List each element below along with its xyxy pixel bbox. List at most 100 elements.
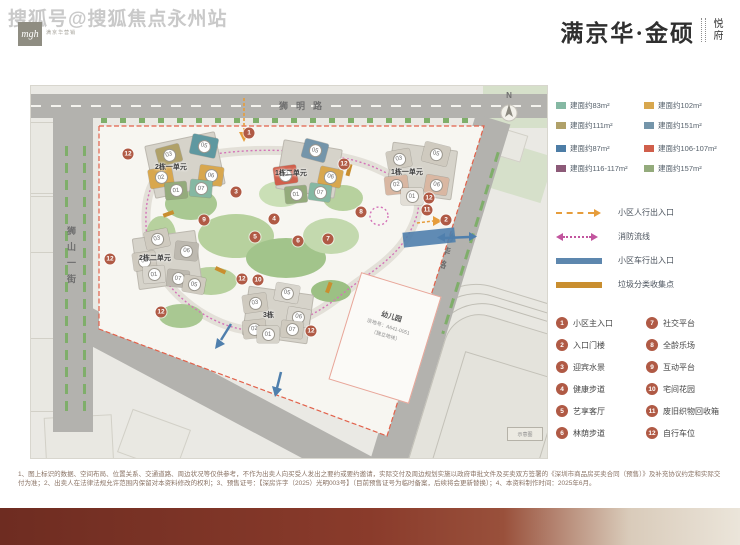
unit-number: 05 [428, 146, 444, 162]
unit-number: 07 [194, 181, 208, 195]
point-label: 自行车位 [663, 428, 695, 439]
map-marker: 12 [156, 307, 167, 318]
point-number: 12 [646, 427, 658, 439]
point-number: 4 [556, 383, 568, 395]
soccer-pitch [431, 351, 548, 459]
unit-number: 01 [147, 268, 161, 282]
area-swatch [644, 102, 654, 109]
cluster-label: 1栋一单元 [391, 167, 423, 177]
area-swatch [556, 165, 566, 172]
point-number: 11 [646, 405, 658, 417]
pedestrian-entrance-icon [556, 209, 608, 217]
legend-point-item: 12 自行车位 [646, 427, 719, 439]
building-unit: 07 [308, 183, 332, 203]
point-label: 全龄乐场 [663, 340, 695, 351]
brand-title: 满京华·金硕 [560, 14, 695, 48]
map-corner-note: 示意图 [507, 427, 543, 441]
legend-point-item: 1 小区主入口 [556, 317, 646, 329]
building-unit: 01 [284, 185, 307, 204]
point-number: 6 [556, 427, 568, 439]
map-marker: 12 [123, 149, 134, 160]
brand-lockup: 满京华·金硕 悦府 [560, 14, 724, 48]
cluster-label: 1栋二单元 [275, 168, 307, 178]
context-building [117, 409, 191, 459]
building-unit: 06 [174, 241, 199, 261]
area-swatch [556, 145, 566, 152]
unit-number: 05 [186, 277, 201, 292]
unit-number: 07 [285, 322, 299, 336]
map-marker: 11 [422, 205, 433, 216]
brand-dotline [701, 18, 702, 42]
legend-area-item: 建面约151m² [644, 120, 734, 131]
point-label: 废旧织物回收箱 [663, 406, 719, 417]
unit-number: 05 [196, 138, 211, 153]
building-unit: 07 [280, 320, 304, 339]
point-label: 入口门楼 [573, 340, 605, 351]
unit-number: 01 [169, 183, 183, 197]
legend-point-item: 4 健康步道 [556, 383, 646, 395]
point-label: 小区主入口 [573, 318, 613, 329]
flow-label: 消防流线 [618, 231, 650, 242]
building-unit: 05 [182, 274, 207, 295]
unit-number: 03 [248, 296, 263, 311]
north-label: N [497, 91, 521, 100]
map-marker: 5 [250, 232, 261, 243]
unit-number: 05 [307, 143, 323, 159]
cluster-label: 2栋二单元 [139, 253, 171, 263]
unit-number: 03 [391, 151, 406, 166]
area-label: 建面约102m² [658, 100, 702, 111]
map-marker: 12 [339, 159, 350, 170]
area-swatch [556, 102, 566, 109]
area-label: 建面约157m² [658, 163, 702, 174]
legend-area-item: 建面约102m² [644, 100, 734, 111]
road-label-bottom: 安民路 [207, 341, 258, 376]
compass-icon [498, 100, 520, 124]
point-number: 7 [646, 317, 658, 329]
flow-label: 小区人行出入口 [618, 207, 674, 218]
map-marker: 1 [244, 128, 255, 139]
area-swatch [644, 122, 654, 129]
vehicle-entrance-icon [556, 258, 608, 264]
mgh-logo: mgh [18, 22, 42, 46]
unit-number: 06 [429, 177, 444, 192]
map-marker: 10 [253, 275, 264, 286]
legend-area-item: 建面约106-107m² [644, 143, 734, 154]
map-marker: 12 [306, 326, 317, 337]
legend-area-item: 建面约157m² [644, 163, 734, 174]
fire-line-icon [556, 233, 608, 241]
road-median [83, 146, 86, 414]
point-label: 迎宾水景 [573, 362, 605, 373]
point-label: 社交平台 [663, 318, 695, 329]
point-number: 8 [646, 339, 658, 351]
point-number: 1 [556, 317, 568, 329]
unit-number: 05 [279, 285, 294, 300]
point-number: 2 [556, 339, 568, 351]
legend-flow-item: 小区车行出入口 [556, 255, 736, 266]
area-swatch [556, 122, 566, 129]
north-compass: N [497, 91, 521, 129]
legend-points: 1小区主入口 7社交平台 2入口门楼 8全龄乐场 3迎宾水景 9互动平台 4健康… [556, 317, 719, 439]
area-label: 建面约87m² [570, 143, 610, 154]
point-number: 10 [646, 383, 658, 395]
legend-point-item: 10 宅间花园 [646, 383, 719, 395]
legend-point-item: 3迎宾水景 [556, 361, 646, 373]
road-label-left: 狮山一街 [65, 226, 78, 290]
site-plan-map: 狮明路 狮山一街 竹华路 安民路 [30, 85, 548, 459]
legend-point-item: 11 废旧织物回收箱 [646, 405, 719, 417]
point-label: 互动平台 [663, 362, 695, 373]
map-marker: 7 [323, 234, 334, 245]
unit-number: 01 [262, 328, 275, 341]
unit-number: 06 [323, 169, 338, 184]
unit-number: 07 [313, 185, 328, 200]
building-unit: 01 [142, 265, 165, 283]
point-label: 宅间花园 [663, 384, 695, 395]
legend-point-item: 2 入口门楼 [556, 339, 646, 351]
map-marker: 12 [237, 274, 248, 285]
brand-suffix-text: 悦府 [709, 18, 724, 42]
legend-area-item: 建面约83m² [556, 100, 644, 111]
brand-dotline [705, 18, 706, 42]
area-label: 建面约106-107m² [658, 143, 717, 154]
point-label: 健康步道 [573, 384, 605, 395]
legend-areas-group1: 建面约83m² 建面约102m² 建面约111m² 建面约151m² [556, 100, 734, 131]
unit-number: 06 [179, 244, 193, 258]
